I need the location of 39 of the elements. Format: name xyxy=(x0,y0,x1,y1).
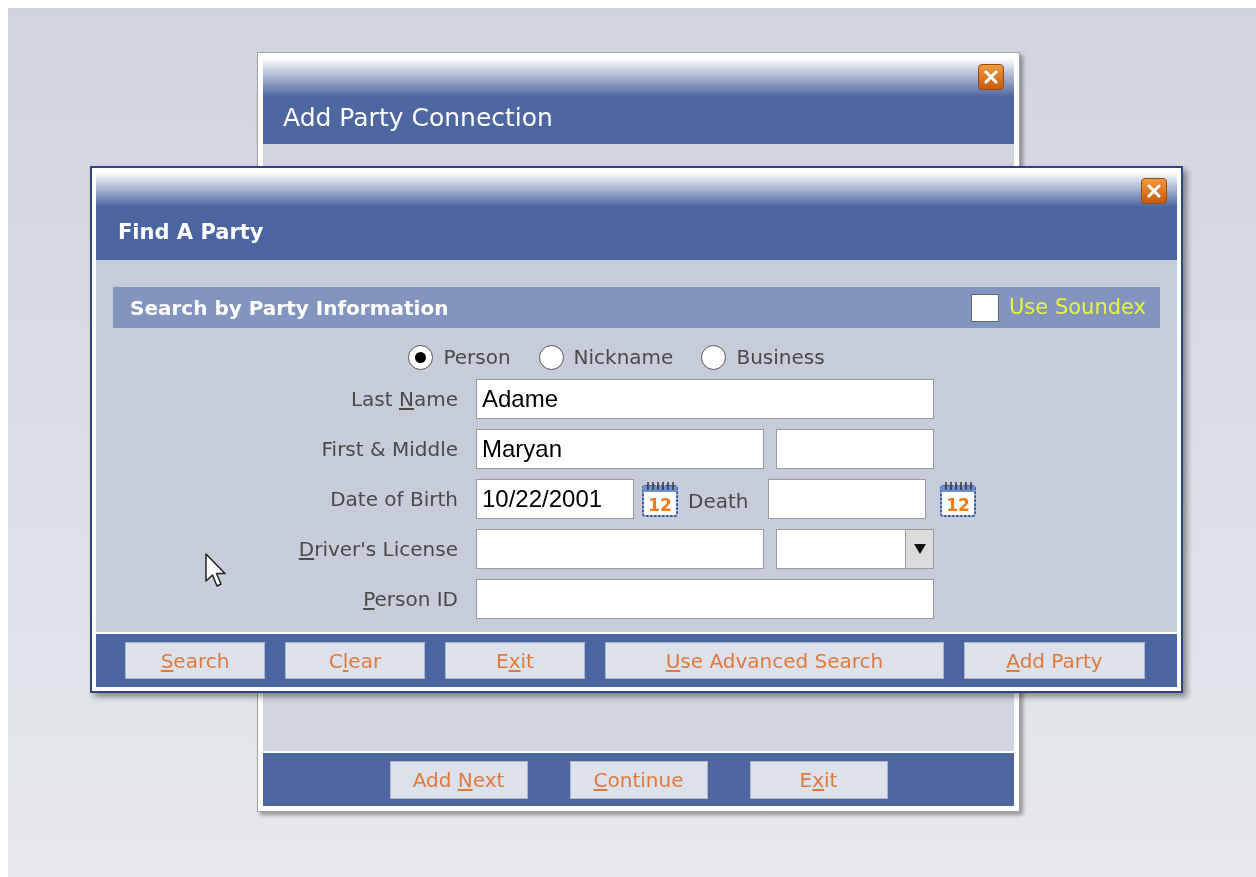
radio-label: Business xyxy=(736,344,825,371)
radio-button[interactable] xyxy=(701,344,727,370)
field-label: First & Middle xyxy=(320,436,458,463)
mouse-pointer-icon xyxy=(205,553,229,589)
dialog-button[interactable]: Add Party xyxy=(964,642,1145,679)
input-field[interactable] xyxy=(776,429,934,469)
checkbox[interactable] xyxy=(971,293,999,322)
window-title: Find A Party xyxy=(118,218,264,246)
field-label: Date of Birth xyxy=(329,486,458,513)
window-title: Add Party Connection xyxy=(283,101,553,134)
x-icon xyxy=(984,70,998,84)
radio-button[interactable] xyxy=(408,344,434,370)
dialog-button[interactable]: Search xyxy=(125,642,265,679)
close-button[interactable] xyxy=(1141,178,1167,204)
field-label: Last Name xyxy=(349,386,458,413)
radio-label: Person xyxy=(443,344,511,371)
input-field[interactable] xyxy=(476,529,764,569)
dialog-button[interactable]: Clear xyxy=(285,642,425,679)
dialog-button[interactable]: Use Advanced Search xyxy=(605,642,944,679)
caret-icon xyxy=(913,543,926,555)
death-label: Death xyxy=(688,488,750,515)
radio-button[interactable] xyxy=(538,344,564,370)
field-label: Driver's License xyxy=(297,536,458,563)
x-icon xyxy=(1147,184,1161,198)
dialog-button[interactable]: Continue xyxy=(569,760,708,799)
input-field[interactable]: Maryan xyxy=(476,429,764,469)
close-button[interactable] xyxy=(978,64,1004,90)
radio-label: Nickname xyxy=(573,344,674,371)
input-field[interactable]: 10/22/2001 xyxy=(476,479,634,519)
section-title: Search by Party Information xyxy=(130,294,449,322)
field-label: Person ID xyxy=(362,586,458,613)
dialog-button[interactable]: Exit xyxy=(749,760,888,799)
dropdown[interactable] xyxy=(776,529,934,569)
input-field[interactable]: Adame xyxy=(476,379,934,419)
input-field[interactable] xyxy=(476,579,934,619)
dialog-button[interactable]: Exit xyxy=(445,642,585,679)
dialog-button[interactable]: Add Next xyxy=(389,760,528,799)
input-field[interactable] xyxy=(768,479,926,519)
checkbox-label: Use Soundex xyxy=(1009,293,1146,321)
